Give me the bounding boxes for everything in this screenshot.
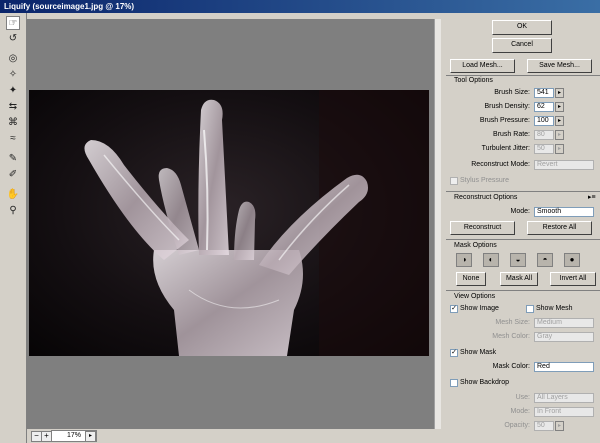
window-title: Liquify (sourceimage1.jpg @ 17%) <box>4 2 135 11</box>
preview-image <box>29 90 429 356</box>
reconstruct-mode-dropdown[interactable]: Smooth <box>534 207 594 217</box>
bloat-icon[interactable]: ✦ <box>6 84 20 98</box>
brush-pressure-label: Brush Pressure: <box>479 117 530 124</box>
backdrop-use-label: Use: <box>515 394 530 401</box>
brush-density-arrow-icon[interactable]: ▸ <box>555 102 564 112</box>
mask-options-title: Mask Options <box>454 242 497 249</box>
preview-canvas[interactable] <box>27 19 434 429</box>
divider <box>446 239 600 240</box>
freeze-mask-icon[interactable]: ✎ <box>6 152 20 166</box>
mesh-color-select: Gray <box>534 332 594 342</box>
divider <box>446 290 600 291</box>
brush-rate-field: 80 <box>534 130 554 140</box>
brush-pressure-arrow-icon[interactable]: ▸ <box>555 116 564 126</box>
show-image-label: Show Image <box>460 305 499 312</box>
invert-all-button[interactable]: Invert All <box>550 272 596 286</box>
view-options-title: View Options <box>454 293 496 300</box>
brush-size-label: Brush Size: <box>494 89 530 96</box>
reconstruct-mode-label: Reconstruct Mode: <box>471 161 530 168</box>
load-mesh-button[interactable]: Load Mesh... <box>450 59 515 73</box>
backdrop-mode-label: Mode: <box>510 408 530 415</box>
reconstruct-tool-icon[interactable]: ↺ <box>6 32 20 46</box>
backdrop-opacity-field: 50 <box>534 421 554 431</box>
hand-icon[interactable]: ✋ <box>6 188 20 202</box>
tool-palette: ☞ ↺ ◎ ✧ ✦ ⇆ ⌘ ≈ ✎ ✐ ✋ ⚲ <box>0 13 27 443</box>
show-mesh-label: Show Mesh <box>536 305 573 312</box>
mesh-size-label: Mesh Size: <box>495 319 530 326</box>
add-to-selection-icon[interactable]: ◐ <box>483 253 499 267</box>
subtract-from-selection-icon[interactable]: ◒ <box>510 253 526 267</box>
replace-selection-icon[interactable]: ◑ <box>456 253 472 267</box>
ok-button[interactable]: OK <box>492 20 552 35</box>
brush-density-field[interactable]: 62 <box>534 102 554 112</box>
turbulence-icon[interactable]: ≈ <box>6 132 20 146</box>
brush-pressure-field[interactable]: 100 <box>534 116 554 126</box>
brush-size-field[interactable]: 541 <box>534 88 554 98</box>
zoom-menu-button[interactable]: ▸ <box>85 431 96 442</box>
backdrop-opacity-label: Opacity: <box>504 422 530 429</box>
mask-options-header: Mask Options <box>446 241 600 251</box>
invert-selection-icon[interactable]: ● <box>564 253 580 267</box>
intersect-selection-icon[interactable]: ◓ <box>537 253 553 267</box>
mask-color-label: Mask Color: <box>492 363 530 370</box>
brush-density-label: Brush Density: <box>484 103 530 110</box>
divider <box>446 191 600 192</box>
mesh-color-label: Mesh Color: <box>492 333 530 340</box>
reconstruct-options-title: Reconstruct Options <box>454 194 518 201</box>
stylus-pressure-checkbox <box>450 177 458 185</box>
brush-size-arrow-icon[interactable]: ▸ <box>555 88 564 98</box>
turbulent-jitter-label: Turbulent Jitter: <box>481 145 530 152</box>
cancel-button[interactable]: Cancel <box>492 38 552 53</box>
push-left-icon[interactable]: ⇆ <box>6 100 20 114</box>
mirror-icon[interactable]: ⌘ <box>6 116 20 130</box>
mask-none-button[interactable]: None <box>456 272 486 286</box>
tool-options-header: Tool Options <box>446 76 600 86</box>
mesh-size-select: Medium <box>534 318 594 328</box>
brush-rate-arrow-icon: ▸ <box>555 130 564 140</box>
view-options-header: View Options <box>446 292 600 302</box>
reconstruct-mode-select: Revert <box>534 160 594 170</box>
canvas-scrollbar[interactable] <box>434 19 441 429</box>
reconstruct-button[interactable]: Reconstruct <box>450 221 515 235</box>
zoom-icon[interactable]: ⚲ <box>6 204 20 218</box>
stylus-pressure-label: Stylus Pressure <box>460 177 510 184</box>
mask-all-button[interactable]: Mask All <box>500 272 538 286</box>
zoom-bar: − + 17% ▸ <box>27 429 440 443</box>
turbulent-jitter-field: 50 <box>534 144 554 154</box>
backdrop-opacity-arrow-icon: ▸ <box>555 421 564 431</box>
show-image-checkbox[interactable]: ✓ <box>450 305 458 313</box>
pucker-icon[interactable]: ✧ <box>6 68 20 82</box>
backdrop-use-select: All Layers <box>534 393 594 403</box>
show-mask-checkbox[interactable]: ✓ <box>450 349 458 357</box>
restore-all-button[interactable]: Restore All <box>527 221 592 235</box>
twirl-clockwise-icon[interactable]: ◎ <box>6 52 20 66</box>
turbulent-jitter-arrow-icon: ▸ <box>555 144 564 154</box>
mask-color-select[interactable]: Red <box>534 362 594 372</box>
title-bar: Liquify (sourceimage1.jpg @ 17%) <box>0 0 600 13</box>
glass-hand-image <box>84 90 429 356</box>
save-mesh-button[interactable]: Save Mesh... <box>527 59 592 73</box>
brush-rate-label: Brush Rate: <box>493 131 530 138</box>
show-backdrop-checkbox[interactable] <box>450 379 458 387</box>
reconstruct-options-header: Reconstruct Options <box>446 193 600 203</box>
show-mesh-checkbox[interactable] <box>526 305 534 313</box>
forward-warp-icon[interactable]: ☞ <box>6 16 20 30</box>
panel-menu-icon[interactable]: ▸≡ <box>588 193 596 201</box>
backdrop-mode-select: In Front <box>534 407 594 417</box>
show-mask-label: Show Mask <box>460 349 497 356</box>
show-backdrop-label: Show Backdrop <box>460 379 510 386</box>
reconstruct-mode-label-2: Mode: <box>510 208 530 215</box>
thaw-mask-icon[interactable]: ✐ <box>6 168 20 182</box>
tool-options-title: Tool Options <box>454 77 493 84</box>
